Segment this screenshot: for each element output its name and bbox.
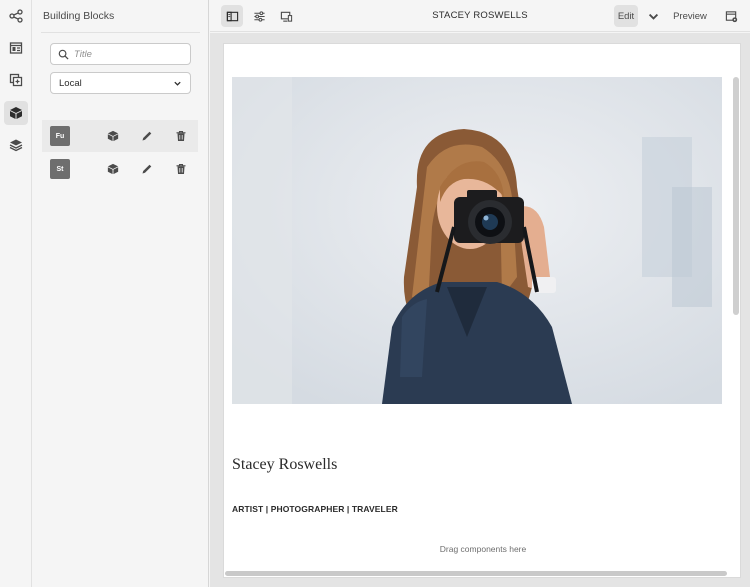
page-properties-button[interactable] bbox=[248, 5, 270, 27]
page-subheading[interactable]: ARTIST | PHOTOGRAPHER | TRAVELER bbox=[232, 504, 398, 514]
toggle-side-panel-button[interactable] bbox=[221, 5, 243, 27]
chevron-down-icon bbox=[174, 81, 181, 86]
page-heading[interactable]: Stacey Roswells bbox=[232, 456, 337, 474]
pencil-icon bbox=[142, 131, 152, 141]
mode-dropdown-button[interactable] bbox=[644, 5, 662, 27]
preview-mode-button[interactable]: Preview bbox=[672, 5, 708, 27]
panel-title: Building Blocks bbox=[43, 10, 115, 22]
building-block-row[interactable]: Fu bbox=[42, 120, 198, 152]
page-template-button[interactable] bbox=[4, 36, 28, 60]
edit-mode-button[interactable]: Edit bbox=[614, 5, 638, 27]
settings-sliders-icon bbox=[253, 10, 265, 22]
edit-block-button[interactable] bbox=[138, 160, 156, 178]
building-blocks-button[interactable] bbox=[4, 101, 28, 125]
search-input[interactable] bbox=[74, 48, 184, 60]
left-rail bbox=[0, 0, 32, 587]
share-button[interactable] bbox=[4, 4, 28, 28]
add-component-button[interactable] bbox=[4, 68, 28, 92]
vertical-scrollbar[interactable] bbox=[733, 77, 739, 315]
building-block-icon bbox=[10, 107, 22, 119]
hero-image[interactable] bbox=[232, 77, 722, 404]
editor-toolbar: STACEY ROSWELLS Edit Preview bbox=[210, 0, 750, 32]
publish-settings-button[interactable] bbox=[720, 5, 742, 27]
layers-icon bbox=[9, 139, 23, 152]
block-thumbnail[interactable]: Fu bbox=[50, 126, 70, 146]
delete-block-button[interactable] bbox=[172, 160, 190, 178]
page-template-icon bbox=[9, 42, 23, 54]
scope-select-value: Local bbox=[59, 77, 82, 89]
photographer-portrait-image bbox=[232, 77, 722, 404]
trash-icon bbox=[176, 130, 186, 141]
building-block-icon bbox=[107, 163, 119, 175]
share-icon bbox=[9, 9, 23, 23]
building-block-icon bbox=[107, 130, 119, 142]
edit-block-button[interactable] bbox=[138, 127, 156, 145]
layers-button[interactable] bbox=[4, 133, 28, 157]
building-block-row[interactable]: St bbox=[42, 153, 198, 185]
drop-zone-placeholder[interactable]: Drag components here bbox=[224, 544, 742, 554]
side-panel-icon bbox=[226, 11, 238, 21]
insert-block-button[interactable] bbox=[104, 127, 122, 145]
search-icon bbox=[58, 49, 69, 60]
document-settings-icon bbox=[725, 10, 737, 22]
building-blocks-panel: Building Blocks Local Fu St bbox=[33, 0, 209, 587]
pencil-icon bbox=[142, 164, 152, 174]
scope-select[interactable]: Local bbox=[50, 72, 191, 94]
panel-divider bbox=[41, 32, 200, 33]
horizontal-scrollbar[interactable] bbox=[225, 571, 727, 576]
trash-icon bbox=[176, 163, 186, 174]
device-preview-button[interactable] bbox=[275, 5, 297, 27]
block-thumbnail[interactable]: St bbox=[50, 159, 70, 179]
add-component-icon bbox=[9, 73, 23, 87]
search-field[interactable] bbox=[50, 43, 191, 65]
page-content: Stacey Roswells ARTIST | PHOTOGRAPHER | … bbox=[223, 43, 741, 578]
delete-block-button[interactable] bbox=[172, 127, 190, 145]
insert-block-button[interactable] bbox=[104, 160, 122, 178]
devices-icon bbox=[280, 11, 292, 22]
chevron-down-icon bbox=[648, 13, 658, 20]
